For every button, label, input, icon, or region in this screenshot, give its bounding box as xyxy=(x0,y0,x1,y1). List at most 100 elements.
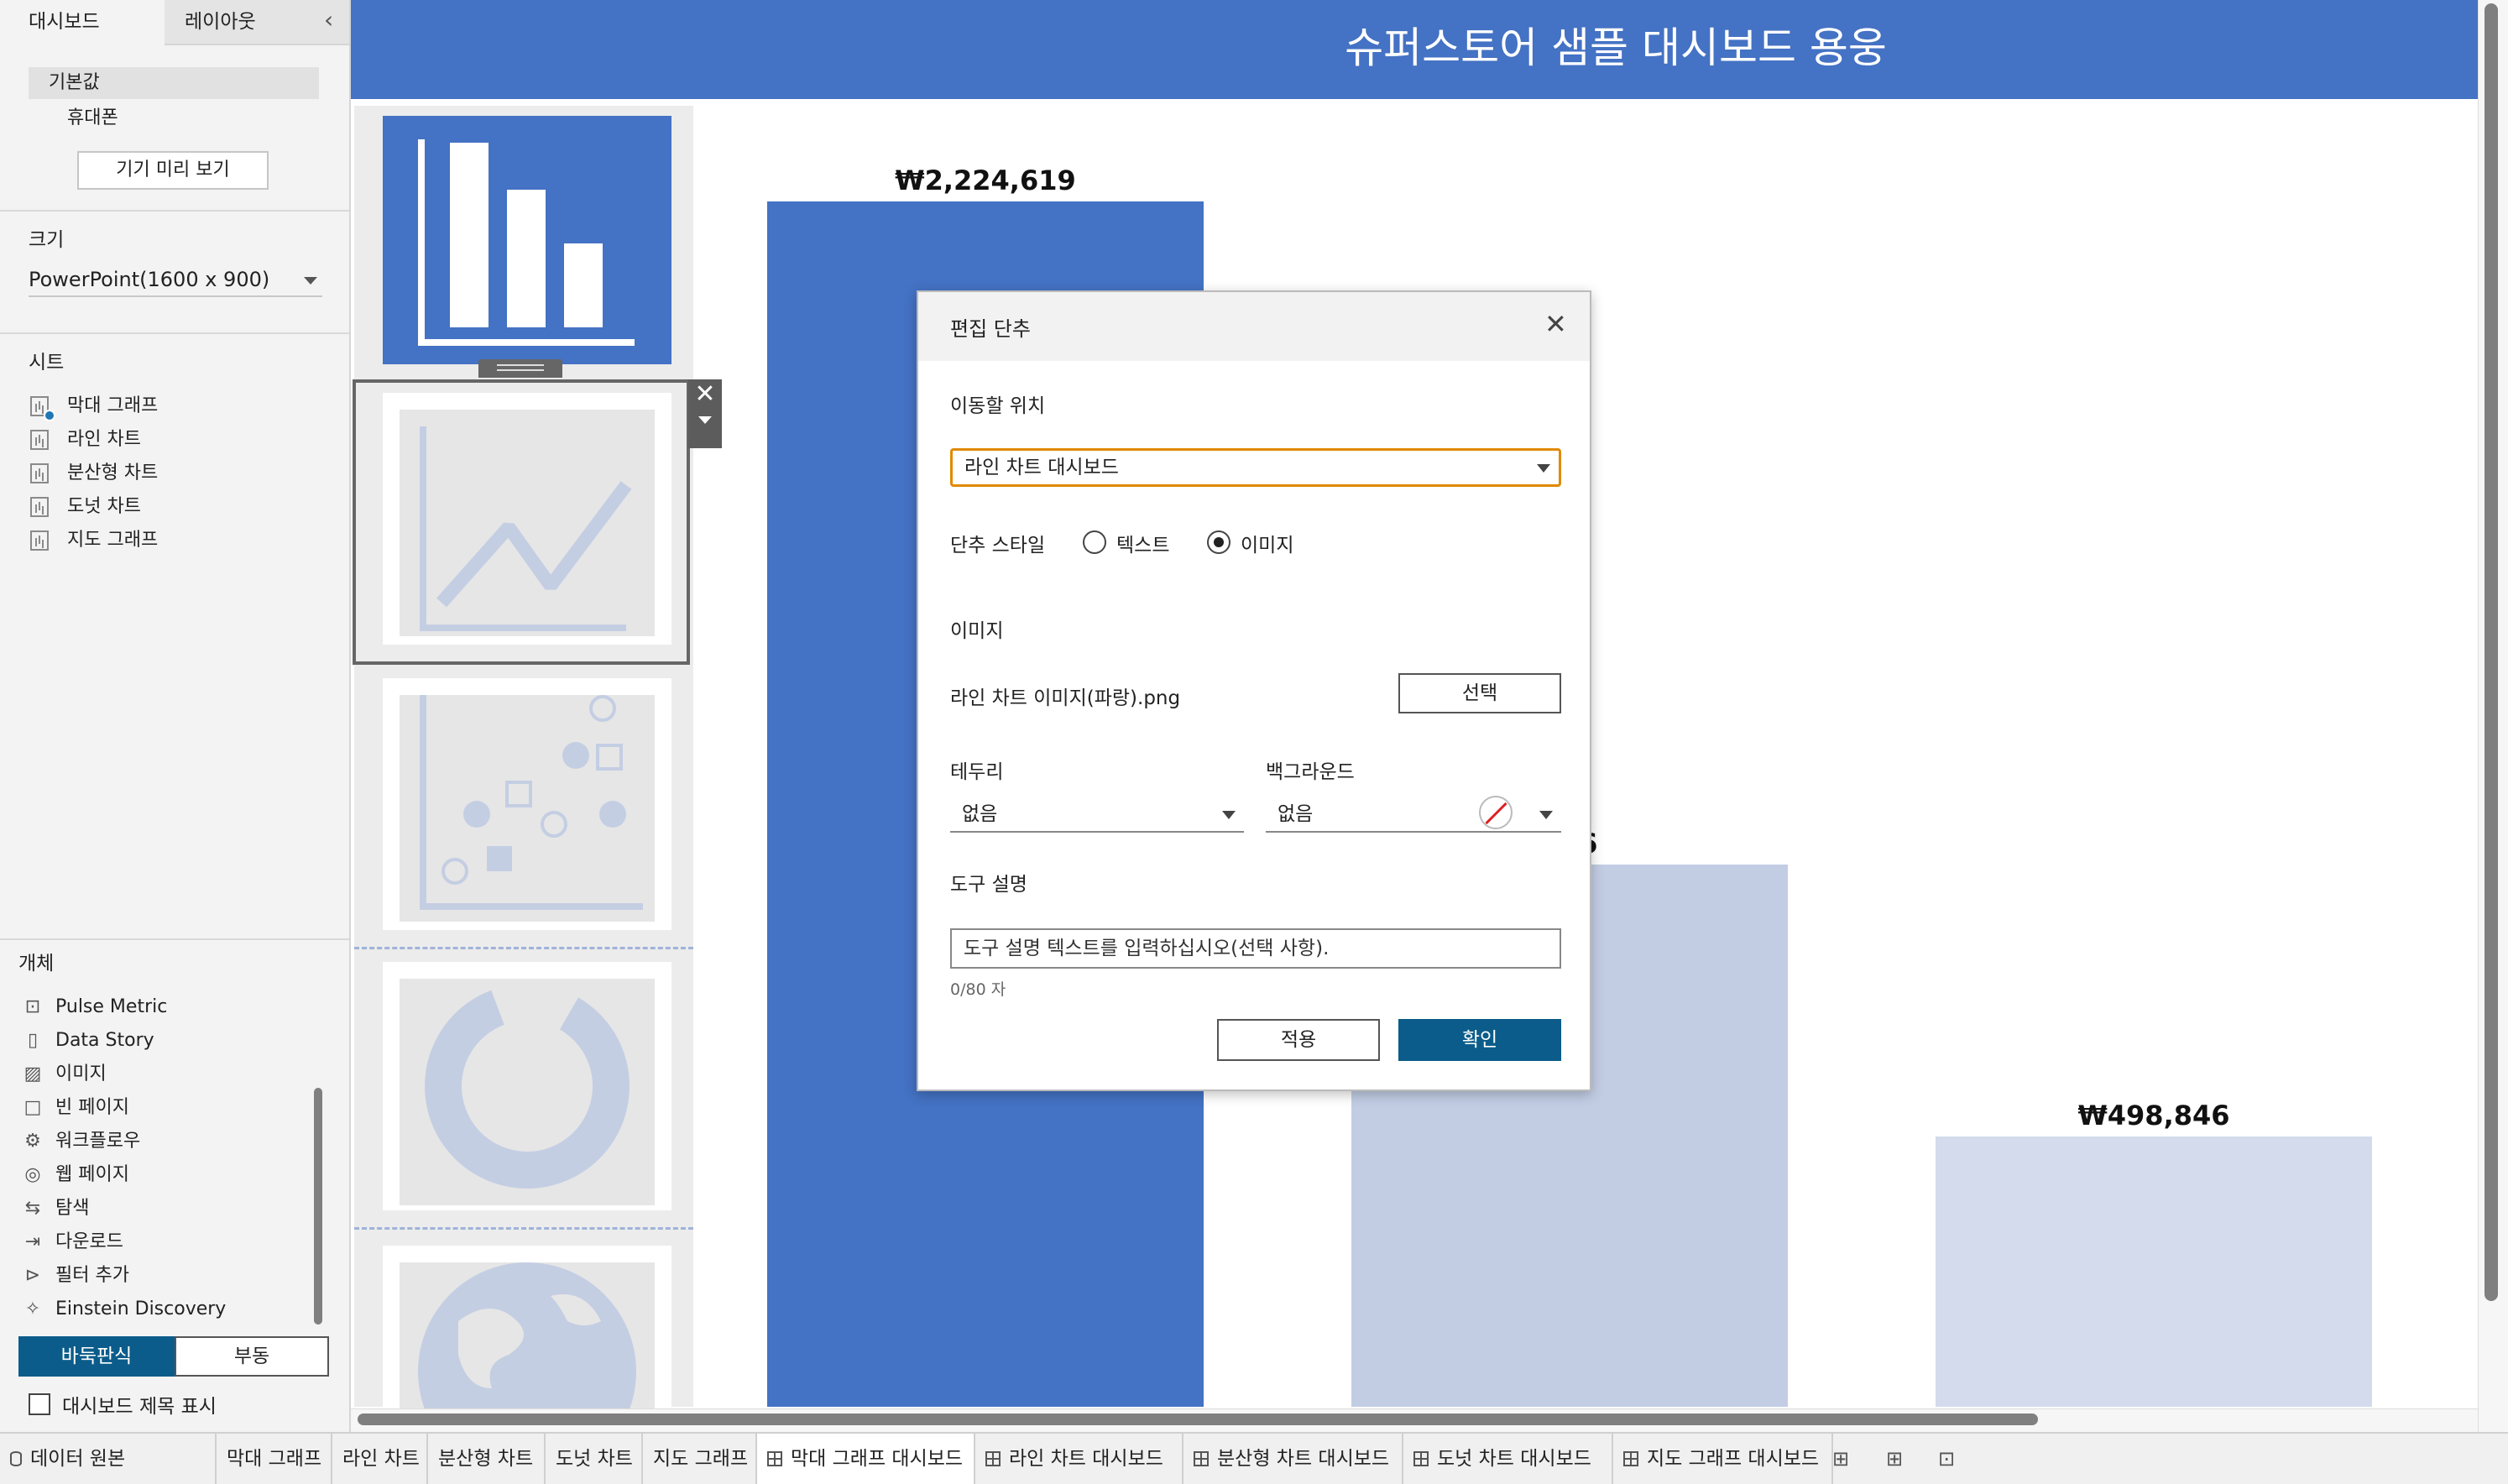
navigate-to-value: 라인 차트 대시보드 xyxy=(964,457,1119,478)
move-handle-icon[interactable] xyxy=(478,359,562,378)
chevron-down-icon xyxy=(1537,464,1550,473)
new-dashboard-icon[interactable]: ⊞ xyxy=(1880,1442,1909,1476)
more-options-icon[interactable] xyxy=(698,416,712,424)
background-dropdown[interactable]: 없음 xyxy=(1266,796,1561,833)
remove-icon[interactable]: ✕ xyxy=(688,379,722,410)
object-blank-page[interactable]: □ 빈 페이지 xyxy=(22,1095,129,1121)
floating-toggle[interactable]: 부동 xyxy=(175,1336,329,1377)
vertical-scrollbar[interactable] xyxy=(2484,3,2498,1301)
device-preview-button[interactable]: 기기 미리 보기 xyxy=(77,151,269,190)
dashboard-icon xyxy=(1623,1451,1638,1466)
tab-layout[interactable]: 레이아웃 xyxy=(165,0,349,45)
tab-sheet-map-graph[interactable]: 지도 그래프 xyxy=(643,1434,757,1484)
object-data-story[interactable]: ▯ Data Story xyxy=(22,1027,154,1054)
worksheet-icon xyxy=(30,497,49,517)
tab-data-source[interactable]: 데이터 원본 xyxy=(0,1434,217,1484)
object-navigation[interactable]: ⇆ 탐색 xyxy=(22,1195,90,1222)
object-label: Einstein Discovery xyxy=(55,1298,227,1319)
tab-sheet-donut-chart[interactable]: 도넛 차트 xyxy=(546,1434,643,1484)
tab-label: 분산형 차트 대시보드 xyxy=(1217,1448,1390,1470)
in-use-check-icon xyxy=(44,410,55,421)
tab-sheet-line-chart[interactable]: 라인 차트 xyxy=(332,1434,428,1484)
character-counter: 0/80 자 xyxy=(950,980,1006,999)
device-phone[interactable]: 휴대폰 xyxy=(67,102,118,129)
border-dropdown[interactable]: 없음 xyxy=(950,796,1244,833)
background-value: 없음 xyxy=(1278,803,1314,825)
tab-label: 데이터 원본 xyxy=(30,1448,126,1470)
download-icon: ⇥ xyxy=(24,1231,41,1252)
sheet-label: 도넛 차트 xyxy=(67,496,141,517)
object-label: 필터 추가 xyxy=(55,1265,129,1286)
tab-label: 막대 그래프 대시보드 xyxy=(791,1448,964,1470)
workflow-icon: ⚙ xyxy=(24,1131,41,1152)
dashboard-icon xyxy=(1194,1451,1209,1466)
database-icon xyxy=(10,1451,22,1466)
tab-dashboard-donut-chart[interactable]: 도넛 차트 대시보드 xyxy=(1403,1434,1613,1484)
object-download[interactable]: ⇥ 다운로드 xyxy=(22,1229,123,1256)
object-controls[interactable]: ✕ xyxy=(688,379,722,448)
object-label: 다운로드 xyxy=(55,1231,123,1252)
choose-image-button[interactable]: 선택 xyxy=(1398,673,1561,713)
tab-sheet-scatter-chart[interactable]: 분산형 차트 xyxy=(428,1434,546,1484)
bar-chart-nav-button[interactable] xyxy=(383,116,671,364)
tab-label: 라인 차트 대시보드 xyxy=(1009,1448,1163,1470)
close-icon[interactable]: ✕ xyxy=(1544,311,1567,337)
objects-scrollbar[interactable] xyxy=(314,1088,322,1325)
object-workflow[interactable]: ⚙ 워크플로우 xyxy=(22,1128,140,1155)
tab-dashboard-bar-chart[interactable]: 막대 그래프 대시보드 xyxy=(757,1434,975,1484)
globe-icon: ◎ xyxy=(24,1164,41,1185)
tab-dashboard-map-graph[interactable]: 지도 그래프 대시보드 xyxy=(1613,1434,1833,1484)
image-filename: 라인 차트 이미지(파랑).png xyxy=(950,687,1181,709)
style-image-radio[interactable] xyxy=(1207,530,1230,554)
dashboard-title: 슈퍼스토어 샘플 대시보드 용웅 xyxy=(1345,24,1887,72)
bar-3 xyxy=(1936,1136,2372,1407)
edit-button-dialog: 편집 단추 ✕ 이동할 위치 라인 차트 대시보드 단추 스타일 텍스트 이미지… xyxy=(917,290,1591,1091)
style-image-label: 이미지 xyxy=(1241,535,1294,556)
style-text-radio[interactable] xyxy=(1083,530,1106,554)
apply-button[interactable]: 적용 xyxy=(1217,1019,1380,1061)
device-default[interactable]: 기본값 xyxy=(29,67,319,99)
size-dropdown[interactable]: PowerPoint(1600 x 900) xyxy=(29,264,322,297)
worksheet-icon xyxy=(30,430,49,450)
sheet-item-map-graph[interactable]: 지도 그래프 xyxy=(30,527,158,554)
no-color-swatch-icon[interactable] xyxy=(1479,796,1513,829)
sheets-heading: 시트 xyxy=(29,352,65,374)
sheet-item-bar-chart[interactable]: 막대 그래프 xyxy=(30,393,158,421)
object-label: 워크플로우 xyxy=(55,1131,141,1152)
object-einstein-discovery[interactable]: ✧ Einstein Discovery xyxy=(22,1296,227,1323)
object-label: Pulse Metric xyxy=(55,996,168,1017)
tableau-workspace: 대시보드 레이아웃 ‹ 기본값 휴대폰 기기 미리 보기 크기 PowerPoi… xyxy=(0,0,2508,1484)
tiled-toggle[interactable]: 바둑판식 xyxy=(18,1336,175,1377)
new-story-icon[interactable]: ⊡ xyxy=(1932,1442,1961,1476)
sheet-item-line-chart[interactable]: 라인 차트 xyxy=(30,426,141,453)
object-add-filter[interactable]: ⊳ 필터 추가 xyxy=(22,1262,129,1289)
tab-dashboard-line-chart[interactable]: 라인 차트 대시보드 xyxy=(975,1434,1183,1484)
tab-sheet-bar-chart[interactable]: 막대 그래프 xyxy=(217,1434,332,1484)
selected-object-frame xyxy=(353,379,690,665)
object-pulse-metric[interactable]: ⊡ Pulse Metric xyxy=(22,994,168,1021)
navigate-to-dropdown[interactable]: 라인 차트 대시보드 xyxy=(950,448,1561,487)
donut-chart-nav-button[interactable] xyxy=(383,962,671,1210)
tab-label: 막대 그래프 xyxy=(227,1448,322,1470)
object-web-page[interactable]: ◎ 웹 페이지 xyxy=(22,1162,129,1189)
map-graph-nav-button[interactable] xyxy=(383,1246,671,1422)
horizontal-scrollbar[interactable] xyxy=(358,1413,2038,1425)
sheet-label: 라인 차트 xyxy=(67,429,141,450)
object-image[interactable]: ▨ 이미지 xyxy=(22,1061,107,1088)
button-style-label: 단추 스타일 xyxy=(950,535,1046,556)
sheet-label: 지도 그래프 xyxy=(67,530,159,551)
show-title-checkbox[interactable] xyxy=(29,1393,50,1415)
ok-button[interactable]: 확인 xyxy=(1398,1019,1561,1061)
new-worksheet-icon[interactable]: ⊞ xyxy=(1826,1442,1855,1476)
tooltip-input[interactable]: 도구 설명 텍스트를 입력하십시오(선택 사항). xyxy=(950,928,1561,969)
tab-dashboard[interactable]: 대시보드 xyxy=(0,0,165,45)
tab-dashboard-scatter-chart[interactable]: 분산형 차트 대시보드 xyxy=(1183,1434,1403,1484)
image-icon: ▨ xyxy=(24,1063,42,1084)
tab-label: 도넛 차트 xyxy=(556,1448,633,1470)
sheet-tab-bar: 데이터 원본 막대 그래프 라인 차트 분산형 차트 도넛 차트 지도 그래프 … xyxy=(0,1432,2508,1484)
sheet-item-donut-chart[interactable]: 도넛 차트 xyxy=(30,494,141,520)
collapse-panel-icon[interactable]: ‹ xyxy=(324,8,344,34)
divider xyxy=(0,938,349,940)
sheet-item-scatter-chart[interactable]: 분산형 차트 xyxy=(30,460,158,487)
scatter-chart-nav-button[interactable] xyxy=(383,678,671,930)
